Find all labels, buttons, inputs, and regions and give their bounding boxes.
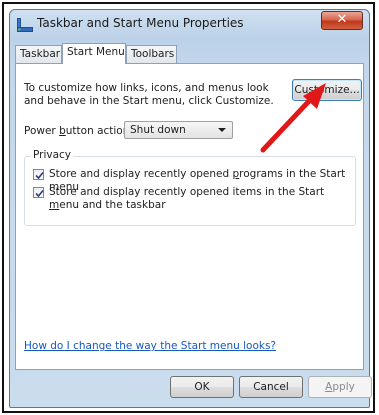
help-link[interactable]: How do I change the way the Start menu l… xyxy=(24,340,276,352)
customize-button[interactable]: Customize... xyxy=(292,79,362,101)
close-button[interactable]: ✕ xyxy=(321,11,363,30)
apply-button[interactable]: Apply xyxy=(308,376,372,398)
title-bar[interactable]: Taskbar and Start Menu Properties ✕ xyxy=(10,10,369,38)
cancel-button[interactable]: Cancel xyxy=(239,376,303,398)
power-button-dropdown[interactable]: Shut down xyxy=(124,121,233,139)
ok-button[interactable]: OK xyxy=(170,376,234,398)
privacy-group-title: Privacy xyxy=(31,149,74,161)
chevron-down-icon xyxy=(218,128,226,132)
recent-items-label: Store and display recently opened items … xyxy=(49,186,325,211)
window-title: Taskbar and Start Menu Properties xyxy=(37,16,244,30)
recent-items-checkbox[interactable] xyxy=(33,187,44,198)
tab-toolbars[interactable]: Toolbars xyxy=(126,45,177,63)
tab-taskbar[interactable]: Taskbar xyxy=(15,45,62,63)
checkmark-icon xyxy=(35,171,44,180)
customize-description: To customize how links, icons, and menus… xyxy=(24,82,274,107)
power-button-label: Power button action: xyxy=(24,125,133,137)
close-icon: ✕ xyxy=(336,12,348,27)
recent-programs-checkbox[interactable] xyxy=(33,169,44,180)
checkmark-icon xyxy=(35,189,44,198)
dialog-window: Taskbar and Start Menu Properties ✕ Task… xyxy=(9,9,372,408)
start-menu-panel: To customize how links, icons, and menus… xyxy=(15,63,364,370)
power-button-value: Shut down xyxy=(130,124,186,136)
tab-start-menu[interactable]: Start Menu xyxy=(62,43,126,64)
taskbar-icon xyxy=(17,18,33,32)
privacy-group: Privacy Store and display recently opene… xyxy=(24,149,356,226)
